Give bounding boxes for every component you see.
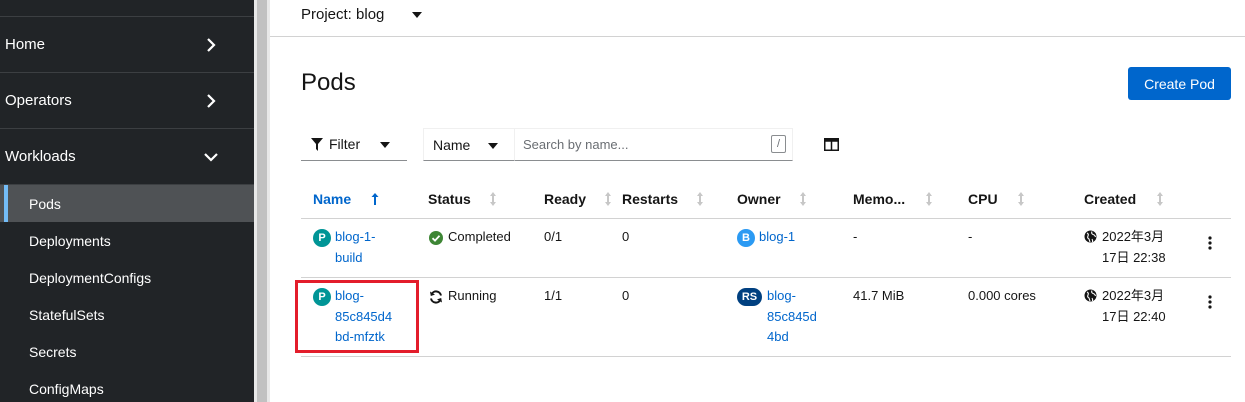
sort-icon[interactable] bbox=[1156, 192, 1164, 206]
sort-icon[interactable] bbox=[489, 192, 497, 206]
sidebar-section-label: Operators bbox=[5, 92, 72, 109]
manage-columns-icon[interactable] bbox=[824, 138, 839, 151]
check-circle-icon bbox=[429, 231, 443, 245]
sort-icon[interactable] bbox=[799, 192, 807, 206]
column-header-created[interactable]: Created bbox=[1084, 191, 1136, 207]
sidebar-section-workloads[interactable]: Workloads bbox=[0, 129, 254, 185]
created-line: 2022年3月 bbox=[1102, 288, 1165, 303]
globe-icon bbox=[1084, 230, 1097, 243]
table-divider bbox=[301, 277, 1231, 278]
pod-name-line: build bbox=[335, 249, 363, 265]
filter-dropdown[interactable]: Filter bbox=[301, 128, 407, 161]
column-header-restarts[interactable]: Restarts bbox=[622, 191, 678, 207]
sidebar-scrollbar-thumb[interactable] bbox=[257, 0, 267, 402]
column-header-name[interactable]: Name bbox=[313, 191, 351, 207]
table-divider bbox=[301, 218, 1231, 219]
caret-down-icon[interactable] bbox=[412, 12, 422, 18]
chevron-right-icon bbox=[207, 37, 216, 52]
replicaset-badge: RS bbox=[737, 288, 762, 306]
caret-down-icon bbox=[488, 143, 498, 149]
sort-ascending-icon[interactable] bbox=[371, 192, 379, 206]
status-text: Running bbox=[448, 288, 497, 303]
memory-value: - bbox=[853, 229, 858, 244]
sidebar-item-configmaps[interactable]: ConfigMaps bbox=[0, 370, 254, 402]
caret-down-icon bbox=[380, 142, 390, 148]
ready-value: 0/1 bbox=[544, 229, 563, 244]
chevron-down-icon bbox=[204, 152, 218, 162]
create-pod-button[interactable]: Create Pod bbox=[1128, 67, 1231, 100]
project-selector[interactable]: Project: blog bbox=[301, 6, 384, 23]
filter-label: Filter bbox=[329, 136, 361, 152]
cpu-value: - bbox=[968, 229, 973, 244]
sync-icon bbox=[430, 290, 442, 304]
pod-name-link[interactable]: blog-1- build bbox=[335, 227, 375, 268]
sort-icon[interactable] bbox=[604, 192, 612, 206]
sidebar-section-label: Workloads bbox=[5, 148, 76, 165]
sidebar-section-operators[interactable]: Operators bbox=[0, 73, 254, 129]
page-title: Pods bbox=[301, 69, 356, 96]
column-header-owner[interactable]: Owner bbox=[737, 191, 781, 207]
sidebar-section-home[interactable]: Home bbox=[0, 17, 254, 73]
sort-icon[interactable] bbox=[1017, 192, 1025, 206]
created-line: 17日 22:40 bbox=[1102, 308, 1166, 324]
column-header-cpu[interactable]: CPU bbox=[968, 191, 998, 207]
owner-line: blog- bbox=[767, 288, 796, 303]
column-header-ready[interactable]: Ready bbox=[544, 191, 586, 207]
sidebar-item-deploymentconfigs[interactable]: DeploymentConfigs bbox=[0, 259, 254, 296]
project-bar: Project: blog bbox=[270, 0, 1245, 37]
table-divider bbox=[301, 356, 1231, 357]
owner-line: 85c845d bbox=[767, 308, 817, 324]
search-input[interactable] bbox=[514, 128, 793, 161]
created-line: 2022年3月 bbox=[1102, 229, 1165, 244]
sort-icon[interactable] bbox=[696, 192, 704, 206]
search-type-label: Name bbox=[433, 136, 471, 153]
pod-name-line: blog-1- bbox=[335, 229, 376, 244]
highlight-box bbox=[295, 280, 419, 353]
app: Home Operators Workloads Pods Deployment… bbox=[0, 0, 1245, 402]
filter-icon bbox=[311, 137, 323, 151]
search-shortcut-hint: / bbox=[771, 135, 786, 153]
search-type-select[interactable]: Name bbox=[423, 128, 515, 161]
sidebar-item-deployments[interactable]: Deployments bbox=[0, 222, 254, 259]
sidebar-item-statefulsets[interactable]: StatefulSets bbox=[0, 296, 254, 333]
column-header-memory[interactable]: Memo... bbox=[853, 191, 905, 207]
sidebar-item-secrets[interactable]: Secrets bbox=[0, 333, 254, 370]
memory-value: 41.7 MiB bbox=[853, 288, 905, 303]
owner-link[interactable]: blog-1 bbox=[759, 227, 795, 248]
cpu-value: 0.000 cores bbox=[968, 288, 1036, 303]
sidebar-section-label: Home bbox=[5, 36, 46, 53]
column-header-status[interactable]: Status bbox=[428, 191, 471, 207]
ready-value: 1/1 bbox=[544, 288, 563, 303]
sidebar-item-pods[interactable]: Pods bbox=[0, 185, 254, 222]
owner-link[interactable]: blog- 85c845d 4bd bbox=[767, 286, 817, 348]
created-line: 17日 22:38 bbox=[1102, 249, 1166, 265]
kebab-menu-icon[interactable] bbox=[1208, 236, 1212, 250]
chevron-right-icon bbox=[207, 93, 216, 108]
sidebar: Home Operators Workloads Pods Deployment… bbox=[0, 0, 254, 402]
owner-line: 4bd bbox=[767, 329, 789, 344]
restarts-value: 0 bbox=[622, 288, 630, 303]
project-selector-label: Project: blog bbox=[301, 6, 385, 23]
sort-icon[interactable] bbox=[925, 192, 933, 206]
created-value: 2022年3月 17日 22:40 bbox=[1102, 286, 1166, 327]
globe-icon bbox=[1084, 289, 1097, 302]
status-text: Completed bbox=[448, 229, 511, 244]
created-value: 2022年3月 17日 22:38 bbox=[1102, 227, 1166, 268]
restarts-value: 0 bbox=[622, 229, 630, 244]
kebab-menu-icon[interactable] bbox=[1208, 295, 1212, 309]
pod-badge: P bbox=[313, 229, 331, 247]
build-badge: B bbox=[737, 229, 755, 247]
